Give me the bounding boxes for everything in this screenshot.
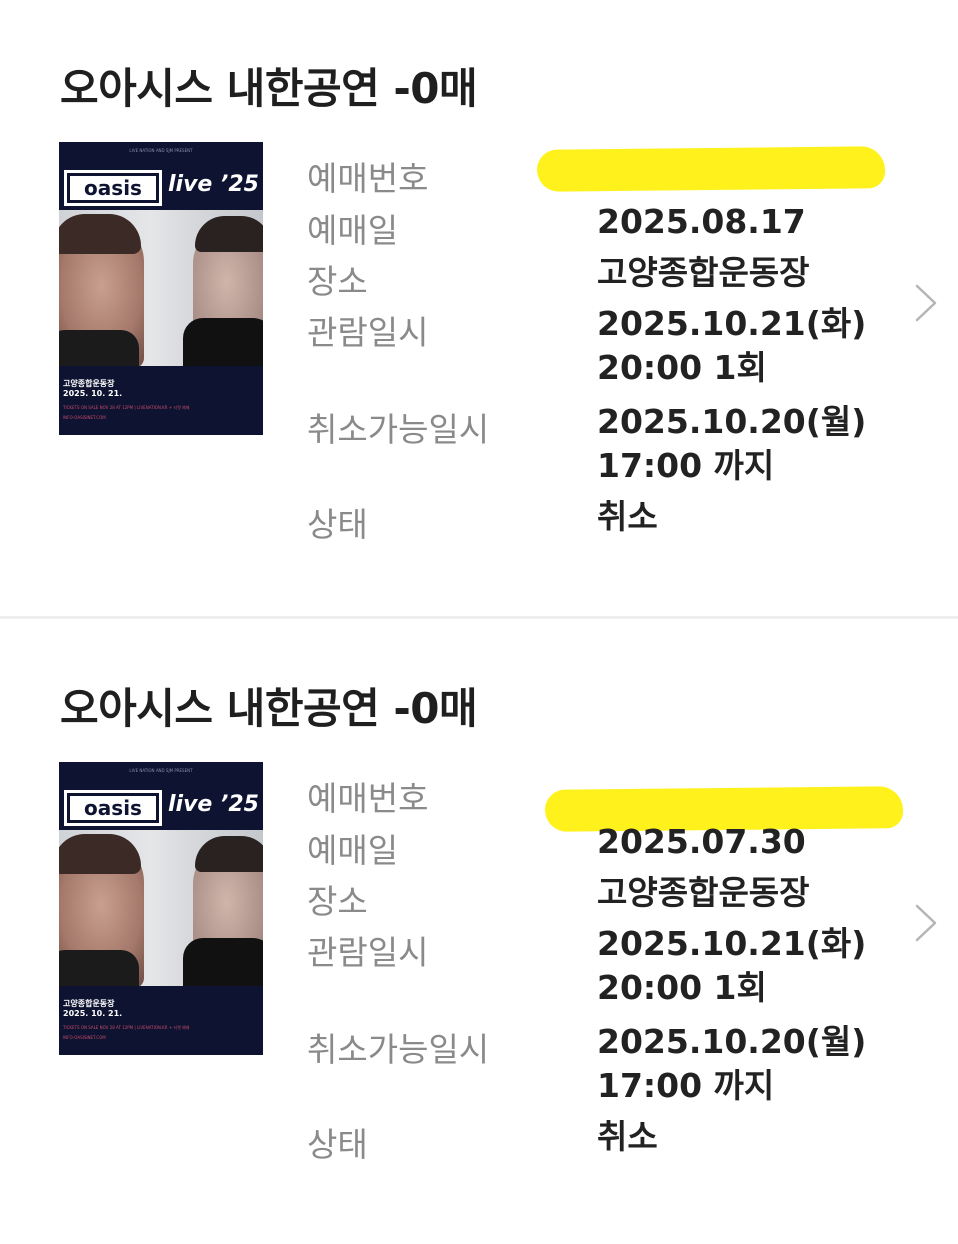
label-booking-date: 예매일 xyxy=(307,831,399,870)
poster-venue: 고양종합운동장 xyxy=(63,999,115,1008)
poster-tagline: live ’25 xyxy=(168,792,259,817)
label-venue: 장소 xyxy=(307,882,368,921)
poster-brand: oasis live ’25 xyxy=(64,788,263,828)
poster-fine-print: TICKETS ON SALE NOV 28 AT 12PM | LIVENAT… xyxy=(63,1025,190,1030)
poster-brand: oasis live ’25 xyxy=(64,168,263,208)
value-status: 취소 xyxy=(597,497,658,536)
poster-top-text: LIVE NATION AND SJM PRESENT xyxy=(129,148,193,153)
label-show-datetime: 관람일시 xyxy=(307,313,429,352)
value-venue: 고양종합운동장 xyxy=(597,873,810,912)
value-venue: 고양종합운동장 xyxy=(597,253,810,292)
label-booking-number: 예매번호 xyxy=(307,779,429,818)
value-cancel-deadline: 2025.10.20(월) 17:00 까지 xyxy=(597,1022,867,1105)
value-show-datetime: 2025.10.21(화) 20:00 1회 xyxy=(597,924,867,1007)
booking-card[interactable]: 오아시스 내한공연 -0매 LIVE NATION AND SJM PRESEN… xyxy=(0,620,958,1244)
concert-poster: LIVE NATION AND SJM PRESENT oasis live ’… xyxy=(59,762,263,1055)
poster-url: INFO-OASISINET.COM xyxy=(63,1035,106,1040)
oasis-logo: oasis xyxy=(64,790,162,826)
value-cancel-deadline: 2025.10.20(월) 17:00 까지 xyxy=(597,402,867,485)
poster-url: INFO-OASISINET.COM xyxy=(63,415,106,420)
label-booking-date: 예매일 xyxy=(307,211,399,250)
value-booking-date: 2025.08.17 xyxy=(597,202,806,241)
label-show-datetime: 관람일시 xyxy=(307,933,429,972)
poster-date: 2025. 10. 21. xyxy=(63,1009,123,1018)
label-status: 상태 xyxy=(307,1125,368,1164)
booking-title: 오아시스 내한공연 -0매 xyxy=(60,684,478,733)
value-booking-date: 2025.07.30 xyxy=(597,822,806,861)
label-booking-number: 예매번호 xyxy=(307,159,429,198)
oasis-logo: oasis xyxy=(64,170,162,206)
poster-photo xyxy=(59,210,263,366)
label-cancel-deadline: 취소가능일시 xyxy=(307,1030,490,1069)
poster-venue: 고양종합운동장 xyxy=(63,379,115,388)
booking-card[interactable]: 오아시스 내한공연 -0매 LIVE NATION AND SJM PRESEN… xyxy=(0,0,958,618)
poster-photo xyxy=(59,830,263,986)
chevron-right-icon[interactable] xyxy=(912,283,942,323)
label-status: 상태 xyxy=(307,505,368,544)
label-cancel-deadline: 취소가능일시 xyxy=(307,410,490,449)
value-show-datetime: 2025.10.21(화) 20:00 1회 xyxy=(597,304,867,387)
poster-fine-print: TICKETS ON SALE NOV 28 AT 12PM | LIVENAT… xyxy=(63,405,190,410)
poster-date: 2025. 10. 21. xyxy=(63,389,123,398)
value-status: 취소 xyxy=(597,1117,658,1156)
chevron-right-icon[interactable] xyxy=(912,903,942,943)
section-divider xyxy=(0,616,958,619)
concert-poster: LIVE NATION AND SJM PRESENT oasis live ’… xyxy=(59,142,263,435)
booking-title: 오아시스 내한공연 -0매 xyxy=(60,64,478,113)
poster-tagline: live ’25 xyxy=(168,172,259,197)
poster-top-text: LIVE NATION AND SJM PRESENT xyxy=(129,768,193,773)
label-venue: 장소 xyxy=(307,262,368,301)
redaction-highlight xyxy=(536,146,886,192)
